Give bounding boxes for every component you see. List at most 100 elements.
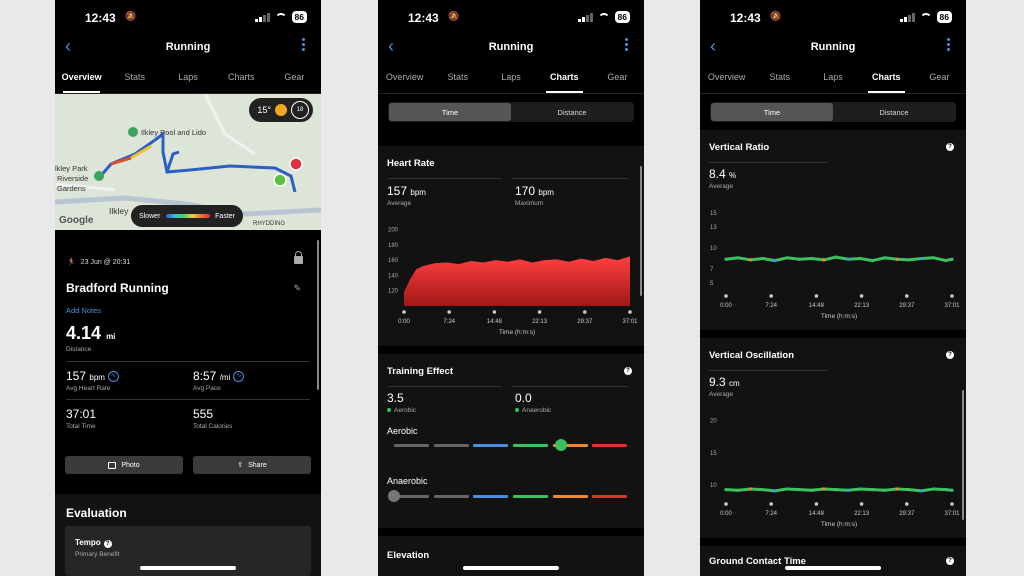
time-distance-toggle: Time Distance bbox=[710, 102, 956, 122]
benefit-label: Primary Benefit bbox=[75, 551, 120, 558]
y-tick-label: 7 bbox=[710, 267, 714, 273]
segment-distance[interactable]: Distance bbox=[511, 103, 633, 121]
share-icon: ⇪ bbox=[237, 462, 244, 469]
more-vertical-icon[interactable] bbox=[302, 38, 305, 53]
avg-pace-label: Avg Pace bbox=[193, 385, 221, 392]
tab-gear[interactable]: Gear bbox=[268, 60, 321, 93]
x-tick-dot bbox=[628, 310, 632, 314]
tab-overview[interactable]: Overview bbox=[378, 60, 431, 93]
x-tick-dot bbox=[769, 502, 773, 506]
scrollbar[interactable] bbox=[640, 166, 642, 296]
share-button[interactable]: ⇪ Share bbox=[193, 456, 311, 474]
vertical-ratio-stat: 8.4 % Average bbox=[709, 167, 736, 190]
tab-charts[interactable]: Charts bbox=[860, 60, 913, 93]
divider bbox=[709, 162, 827, 163]
back-chevron-icon[interactable]: ‹ bbox=[65, 36, 71, 57]
help-icon[interactable]: ? bbox=[103, 540, 112, 548]
data-point bbox=[846, 488, 850, 492]
tab-charts[interactable]: Charts bbox=[538, 60, 591, 93]
tab-overview[interactable]: Overview bbox=[700, 60, 753, 93]
distance-metric: 4.14 mi Distance bbox=[66, 323, 115, 353]
legend-faster: Faster bbox=[215, 212, 235, 220]
vertical-ratio-section: Vertical Ratio ? 8.4 % Average 5 7 10 13 15 0… bbox=[700, 130, 966, 330]
data-point bbox=[895, 257, 899, 261]
scale-segment bbox=[513, 495, 548, 498]
route-map[interactable]: Ilkley Pool and Lido lkley Park Riversid… bbox=[55, 94, 321, 230]
vertical-oscillation-chart[interactable]: 10 15 20 0:00 7:24 14:48 22:13 29:37 37:01 Time (… bbox=[700, 408, 966, 536]
series-line bbox=[725, 487, 953, 493]
tab-overview[interactable]: Overview bbox=[55, 60, 108, 93]
vertical-ratio-label: Average bbox=[709, 183, 734, 190]
x-tick-dot bbox=[814, 502, 819, 506]
status-time: 12:43 bbox=[408, 11, 439, 25]
back-chevron-icon[interactable]: ‹ bbox=[710, 36, 716, 57]
lock-icon[interactable] bbox=[294, 251, 303, 264]
ground-contact-section: Ground Contact Time ? bbox=[700, 546, 966, 576]
tab-laps[interactable]: Laps bbox=[161, 60, 214, 93]
time-distance-toggle: Time Distance bbox=[388, 102, 634, 122]
data-point bbox=[919, 256, 924, 261]
divider bbox=[511, 178, 629, 179]
edit-pencil-icon[interactable]: ✎ bbox=[293, 283, 301, 294]
weather-badge[interactable]: 15° 18 bbox=[249, 98, 313, 122]
heart-rate-chart[interactable]: 120 140 160 180 200 0:00 7:24 14:48 22:13 29:37 37… bbox=[378, 216, 644, 344]
help-icon[interactable]: ? bbox=[624, 367, 632, 375]
data-point bbox=[944, 259, 948, 263]
activity-date-text: 23 Jun @ 20:31 bbox=[80, 258, 131, 266]
data-point bbox=[907, 258, 911, 262]
legend-slower: Slower bbox=[139, 212, 161, 220]
back-chevron-icon[interactable]: ‹ bbox=[388, 36, 394, 57]
tab-gear[interactable]: Gear bbox=[591, 60, 644, 93]
aerobic-te-value: 3.5 bbox=[387, 391, 404, 405]
partly-cloudy-icon bbox=[275, 104, 287, 116]
start-flag-icon bbox=[273, 173, 287, 187]
total-time-value: 37:01 bbox=[66, 407, 97, 421]
segment-time[interactable]: Time bbox=[711, 103, 833, 121]
segment-time[interactable]: Time bbox=[389, 103, 511, 121]
tab-bar: Overview Stats Laps Charts Gear bbox=[700, 60, 966, 94]
anaerobic-te-stat: 0.0 Anaerobic bbox=[515, 391, 551, 414]
tab-laps[interactable]: Laps bbox=[484, 60, 537, 93]
tab-gear[interactable]: Gear bbox=[913, 60, 966, 93]
map-attribution: Google bbox=[59, 215, 94, 226]
data-point bbox=[822, 258, 826, 262]
vertical-oscillation-value: 9.3 bbox=[709, 375, 726, 389]
scrollbar[interactable] bbox=[317, 240, 319, 390]
scrollbar[interactable] bbox=[962, 390, 964, 520]
nav-bar: ‹ Running bbox=[700, 34, 966, 60]
tab-stats[interactable]: Stats bbox=[431, 60, 484, 93]
training-effect-section: Training Effect ? 3.5 Aerobic 0.0 Anaero… bbox=[378, 354, 644, 528]
signal-icon bbox=[578, 12, 593, 22]
map-label: Riverside bbox=[57, 174, 89, 183]
help-icon[interactable]: ? bbox=[946, 143, 954, 151]
total-calories-label: Total Calories bbox=[193, 423, 233, 430]
vertical-oscillation-unit: cm bbox=[729, 379, 740, 388]
weather-temp: 15° bbox=[257, 105, 271, 115]
tab-laps[interactable]: Laps bbox=[806, 60, 859, 93]
tab-bar: Overview Stats Laps Charts Gear bbox=[55, 60, 321, 94]
battery-icon: 86 bbox=[291, 11, 307, 23]
aerobic-scale-bar bbox=[394, 439, 632, 451]
more-vertical-icon[interactable] bbox=[625, 38, 628, 53]
tab-stats[interactable]: Stats bbox=[108, 60, 161, 93]
vertical-ratio-title: Vertical Ratio bbox=[709, 142, 770, 153]
y-tick-label: 160 bbox=[388, 258, 399, 264]
more-vertical-icon[interactable] bbox=[947, 38, 950, 53]
help-icon[interactable]: ? bbox=[946, 351, 954, 359]
photo-button[interactable]: Photo bbox=[65, 456, 183, 474]
y-tick-label: 140 bbox=[388, 273, 399, 279]
segment-distance[interactable]: Distance bbox=[833, 103, 955, 121]
help-icon[interactable]: ? bbox=[946, 557, 954, 565]
heart-rate-zone-icon[interactable]: ∿ bbox=[107, 371, 119, 383]
add-notes-link[interactable]: Add Notes bbox=[66, 306, 101, 315]
hr-maximum-stat: 170 bpm Maximum bbox=[515, 184, 554, 207]
tab-charts[interactable]: Charts bbox=[215, 60, 268, 93]
tab-stats[interactable]: Stats bbox=[753, 60, 806, 93]
data-point bbox=[846, 257, 850, 261]
vertical-ratio-chart[interactable]: 5 7 10 13 15 0:00 7:24 14:48 22:13 29:37 37:01 Time… bbox=[700, 200, 966, 328]
silent-bell-icon: 🔕 bbox=[448, 11, 460, 21]
pace-zone-icon[interactable]: ∿ bbox=[233, 371, 245, 383]
map-label: lkley Park bbox=[55, 164, 88, 173]
y-tick-label: 20 bbox=[710, 418, 717, 424]
heart-rate-section: Heart Rate 157 bpm Average 170 bpm Maxim… bbox=[378, 146, 644, 346]
